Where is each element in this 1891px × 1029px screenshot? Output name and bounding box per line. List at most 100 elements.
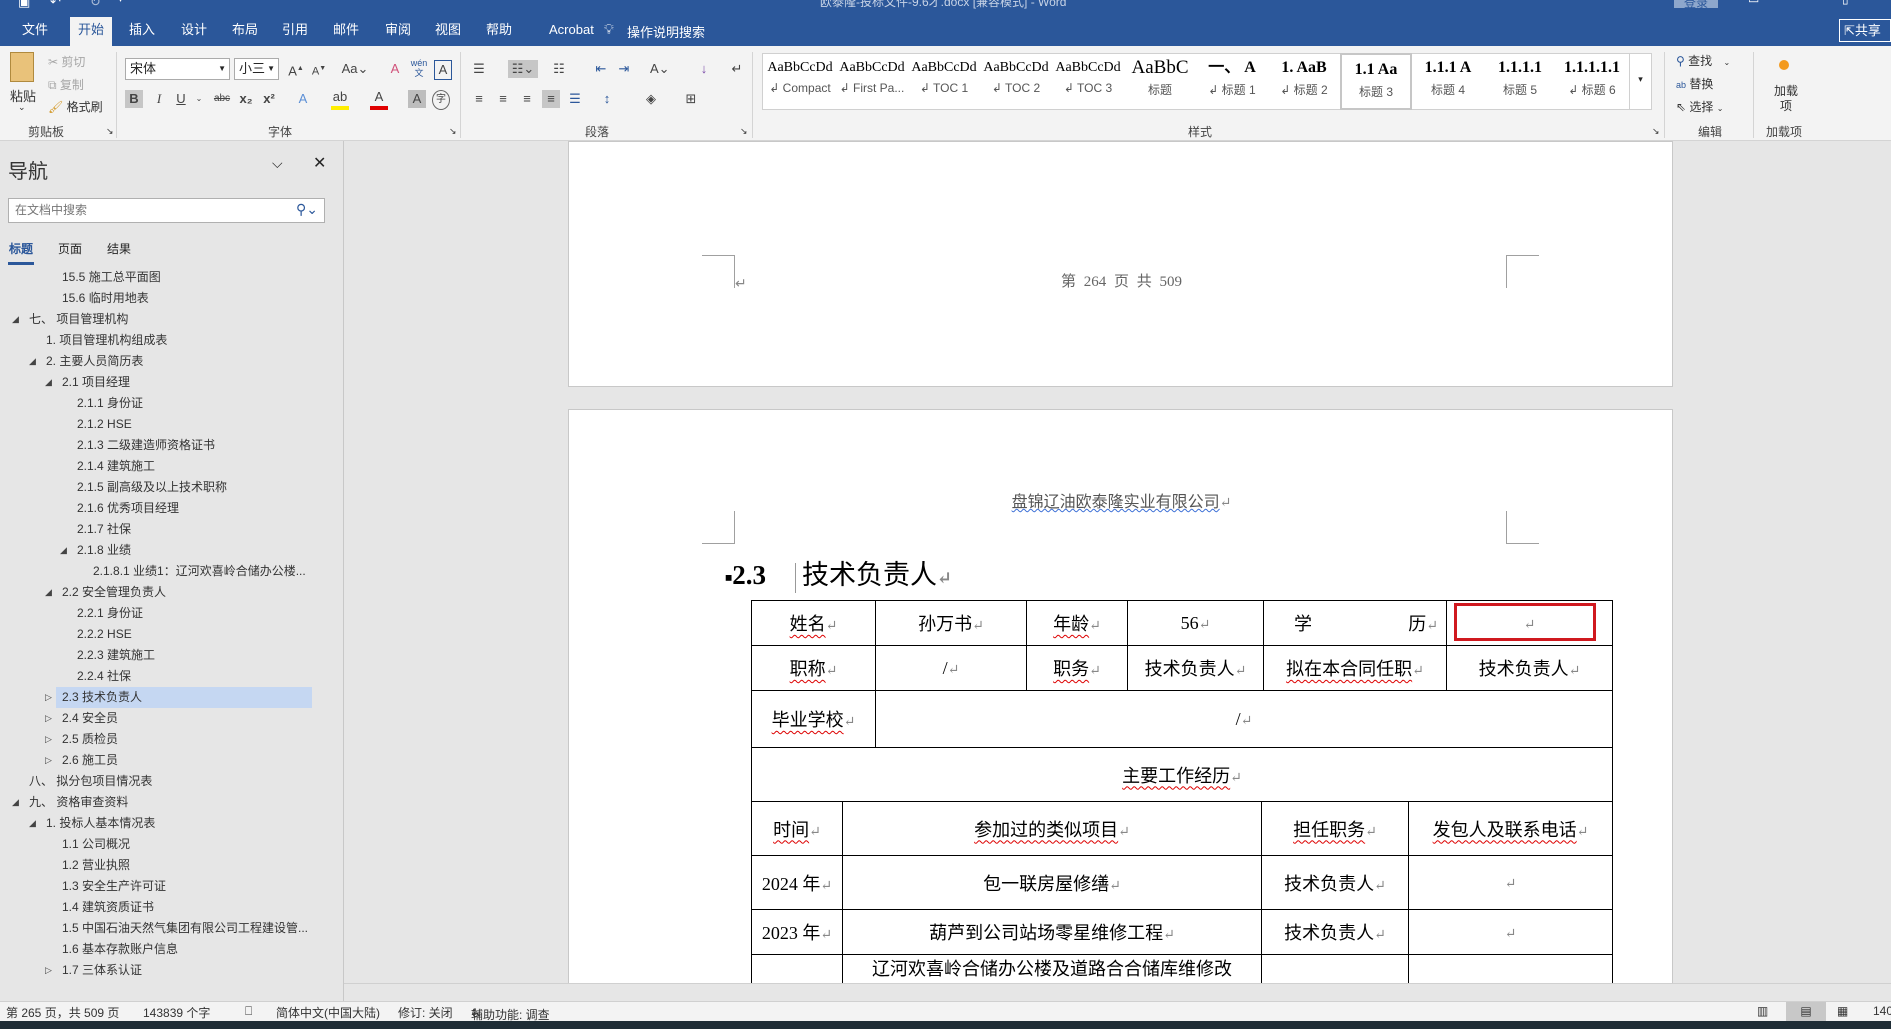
collapse-arrow-icon[interactable]: ◢ <box>29 356 41 367</box>
nav-tab-headings[interactable]: 标题 <box>9 240 33 257</box>
table-cell[interactable]: 2024 年↵ <box>751 855 843 910</box>
character-shading-icon[interactable]: A <box>408 90 426 108</box>
style-item[interactable]: 1.1.1 A 标题 4 <box>1412 53 1484 110</box>
strikethrough-button[interactable]: abc <box>210 90 234 108</box>
collapse-arrow-icon[interactable]: ◢ <box>45 377 57 388</box>
collapse-arrow-icon[interactable]: ◢ <box>12 314 24 325</box>
copy-button[interactable]: ⧉ 复制 <box>48 76 84 93</box>
style-item[interactable]: 一、 A ↲ 标题 1 <box>1196 53 1268 110</box>
nav-heading-item[interactable]: 2.1.8.1 业绩1：辽河欢喜岭合储办公楼... <box>93 561 306 582</box>
nav-heading-item[interactable]: 1. 项目管理机构组成表 <box>46 330 167 351</box>
table-cell[interactable]: 2023 年↵ <box>751 909 843 955</box>
tab-6[interactable]: 邮件 <box>325 17 367 46</box>
font-launcher-icon[interactable]: ↘ <box>449 126 457 137</box>
collapse-arrow-icon[interactable]: ◢ <box>12 797 24 808</box>
nav-search-box[interactable]: ⚲⌄ <box>8 198 325 223</box>
nav-heading-item[interactable]: 2.2.3 建筑施工 <box>77 645 155 666</box>
print-layout-icon[interactable]: ▤ <box>1786 1002 1826 1021</box>
tab-8[interactable]: 视图 <box>427 17 469 46</box>
nav-heading-item[interactable]: 2.1.3 二级建造师资格证书 <box>77 435 215 456</box>
table-cell[interactable] <box>1407 954 1614 983</box>
nav-heading-item[interactable]: 2.6 施工员 <box>62 750 118 771</box>
subscript-button[interactable]: x₂ <box>237 90 255 108</box>
tab-2[interactable]: 插入 <box>121 17 163 46</box>
addins-button[interactable]: 加载项 <box>1771 84 1801 114</box>
nav-heading-item[interactable]: 2.2.1 身份证 <box>77 603 143 624</box>
style-item[interactable]: 1.1 Aa 标题 3 <box>1340 53 1412 110</box>
justify-icon[interactable]: ≡ <box>542 90 560 108</box>
style-item[interactable]: 1. AaB ↲ 标题 2 <box>1268 53 1340 110</box>
phonetic-guide-icon[interactable]: wén 文 <box>408 58 430 78</box>
format-painter-button[interactable]: 🖌︎ 格式刷 <box>48 98 103 115</box>
tab-3[interactable]: 设计 <box>173 17 215 46</box>
nav-heading-item[interactable]: 2.2.2 HSE <box>77 624 132 645</box>
distributed-icon[interactable]: ☰ <box>566 90 584 108</box>
track-changes-status[interactable]: 修订: 关闭 <box>398 1004 453 1021</box>
ribbon-display-icon[interactable]: ▭ <box>1748 0 1759 6</box>
nav-heading-item[interactable]: 1.3 安全生产许可证 <box>62 876 166 897</box>
contract-role-cell[interactable]: 技术负责人↵ <box>1446 645 1613 691</box>
undo-icon[interactable]: ↶ <box>50 0 61 10</box>
styles-more-button[interactable]: ▾ <box>1629 53 1652 110</box>
nav-heading-item[interactable]: 2.4 安全员 <box>62 708 118 729</box>
post-cell[interactable]: 技术负责人↵ <box>1127 645 1264 691</box>
name-cell[interactable]: 孙万书↵ <box>875 600 1027 646</box>
paragraph-launcher-icon[interactable]: ↘ <box>740 126 748 137</box>
nav-tab-pages[interactable]: 页面 <box>58 240 82 257</box>
nav-heading-item[interactable]: 2.2 安全管理负责人 <box>62 582 166 603</box>
expand-arrow-icon[interactable]: ▷ <box>45 755 57 766</box>
align-center-icon[interactable]: ≡ <box>494 90 512 108</box>
nav-heading-item[interactable]: 1.6 基本存款账户信息 <box>62 939 178 960</box>
nav-heading-item[interactable]: 1.1 公司概况 <box>62 834 130 855</box>
collapse-arrow-icon[interactable]: ◢ <box>29 818 41 829</box>
style-item[interactable]: AaBbC 标题 <box>1124 53 1196 110</box>
enclose-characters-icon[interactable]: 字 <box>432 90 450 110</box>
style-item[interactable]: 1.1.1.1 标题 5 <box>1484 53 1556 110</box>
table-cell[interactable] <box>1261 954 1409 983</box>
superscript-button[interactable]: x² <box>260 90 278 108</box>
bold-button[interactable]: B <box>125 90 143 108</box>
nav-heading-item[interactable]: 2.1.1 身份证 <box>77 393 143 414</box>
multilevel-list-icon[interactable]: ☷ <box>550 60 568 78</box>
paste-dropdown-icon[interactable]: ⌄ <box>18 102 26 113</box>
replace-button[interactable]: ab 替换 <box>1676 75 1713 92</box>
nav-heading-item[interactable]: 九、 资格审查资料 <box>29 792 128 813</box>
table-cell[interactable] <box>751 954 843 983</box>
font-color-icon[interactable]: A <box>370 88 388 110</box>
font-name-select[interactable]: 宋体 ▼ <box>125 58 230 80</box>
word-count[interactable]: 143839 个字 <box>143 1004 210 1021</box>
nav-heading-item[interactable]: 2.1.6 优秀项目经理 <box>77 498 179 519</box>
language-status[interactable]: 简体中文(中国大陆) <box>276 1004 380 1021</box>
save-icon[interactable]: ▣ <box>18 0 30 10</box>
age-cell[interactable]: 56↵ <box>1127 600 1264 646</box>
table-cell[interactable]: 辽河欢喜岭合储办公楼及道路合合储库维修改 <box>842 954 1262 983</box>
expand-arrow-icon[interactable]: ▷ <box>45 734 57 745</box>
style-item[interactable]: 1.1.1.1.1 ↲ 标题 6 <box>1556 53 1628 110</box>
tab-7[interactable]: 审阅 <box>377 17 419 46</box>
nav-heading-item[interactable]: 15.6 临时用地表 <box>62 288 149 309</box>
text-effects-icon[interactable]: A <box>294 90 312 108</box>
style-item[interactable]: AaBbCcDd ↲ TOC 2 <box>980 53 1052 110</box>
underline-dropdown-icon[interactable]: ⌄ <box>190 90 208 108</box>
tab-10[interactable]: Acrobat <box>541 17 602 46</box>
nav-heading-item[interactable]: 1.7 三体系认证 <box>62 960 142 981</box>
title-cell[interactable]: /↵ <box>875 645 1027 691</box>
tab-1[interactable]: 开始 <box>70 17 113 46</box>
style-item[interactable]: AaBbCcDd ↲ TOC 3 <box>1052 53 1124 110</box>
font-size-select[interactable]: 小三 ▼ <box>234 58 279 80</box>
style-item[interactable]: AaBbCcDd ↲ TOC 1 <box>908 53 980 110</box>
shrink-font-icon[interactable]: A▼ <box>310 60 328 81</box>
align-right-icon[interactable]: ≡ <box>518 90 536 108</box>
nav-tab-results[interactable]: 结果 <box>107 240 131 257</box>
collapse-arrow-icon[interactable]: ◢ <box>45 587 57 598</box>
tab-0[interactable]: 文件 <box>14 17 56 46</box>
expand-arrow-icon[interactable]: ▷ <box>45 692 57 703</box>
signin-button[interactable]: 登录 <box>1674 0 1718 10</box>
collapse-arrow-icon[interactable]: ◢ <box>60 545 72 556</box>
nav-heading-item[interactable]: 15.5 施工总平面图 <box>62 267 161 288</box>
page-count[interactable]: 第 265 页，共 509 页 <box>6 1004 119 1021</box>
table-cell[interactable]: 技术负责人↵ <box>1261 855 1409 910</box>
tell-me-search[interactable]: 操作说明搜索 <box>627 22 705 41</box>
nav-heading-item[interactable]: 2.3 技术负责人 <box>62 687 142 708</box>
style-item[interactable]: AaBbCcDd ↲ Compact <box>764 53 836 110</box>
